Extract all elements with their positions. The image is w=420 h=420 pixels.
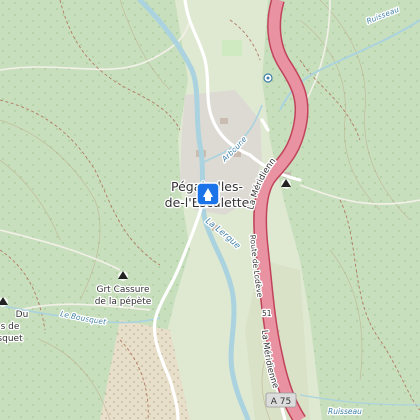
map-layer: Pégairolles- de-l'Escalette Grt Cassure … [0, 0, 420, 420]
cave-icon[interactable] [281, 179, 291, 189]
ruisseau-lower-label: Ruisseau [328, 407, 362, 416]
map-canvas[interactable]: Pégairolles- de-l'Escalette Grt Cassure … [0, 0, 420, 420]
svg-text:A 75: A 75 [271, 397, 291, 407]
place-marker-icon[interactable] [196, 182, 220, 206]
cave-label-line1: Grt Cassure [97, 285, 150, 295]
route-number-label: 51 [262, 309, 272, 318]
cave-icon[interactable] [118, 271, 128, 281]
motorway-shield: A 75 [265, 392, 297, 408]
left-label-line3: squet [0, 334, 23, 344]
green-field [222, 40, 242, 56]
cave-label-line2: de la pépète [95, 296, 152, 307]
left-label-line1: Du [16, 310, 29, 320]
building [220, 118, 228, 124]
viewpoint-icon[interactable] [263, 73, 273, 83]
left-label-line2: s de [1, 322, 20, 332]
